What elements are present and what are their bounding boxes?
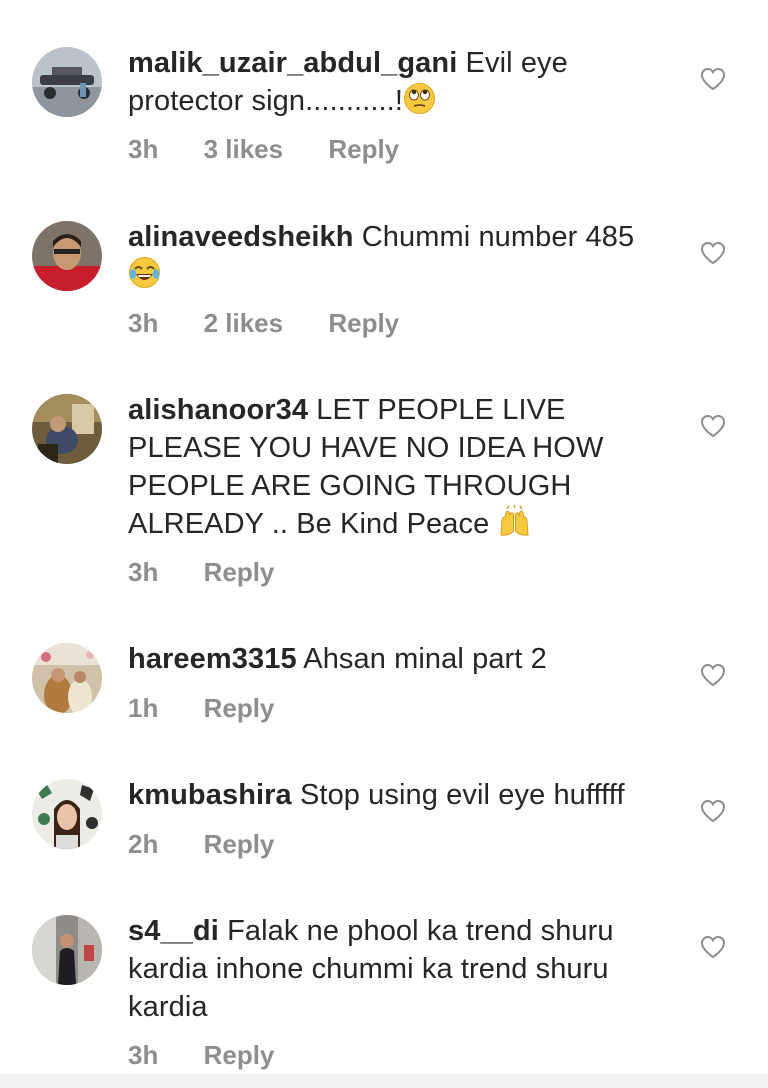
avatar[interactable] [32,221,102,291]
avatar[interactable] [32,394,102,464]
heart-outline-icon[interactable] [700,935,726,959]
comment-likes-link[interactable]: 3 likes [204,134,284,165]
comment-username[interactable]: hareem3315 [128,643,297,675]
comment-username[interactable]: s4__di [128,915,219,947]
comment-text: Ahsan minal part 2 [303,643,547,675]
comment-body: malik_uzair_abdul_gani Evil eye protecto… [128,44,673,120]
comment-time: 2h [128,829,159,859]
comment-username[interactable]: alinaveedsheikh [128,221,354,253]
comment-meta: 3h 3 likes Reply [128,134,399,165]
comment-time: 3h [128,1040,159,1070]
bottom-bar [0,1074,768,1088]
comment-body: alishanoor34 LET PEOPLE LIVE PLEASE YOU … [128,391,673,543]
comment-time: 3h [128,308,159,338]
reply-button[interactable]: Reply [204,829,275,860]
face-with-tears-of-joy-icon [128,256,161,289]
avatar[interactable] [32,915,102,985]
raising-hands-icon [498,505,531,538]
reply-button[interactable]: Reply [204,693,275,724]
comment-meta: 3h 2 likes Reply [128,308,399,339]
heart-outline-icon[interactable] [700,414,726,438]
reply-button[interactable]: Reply [204,557,275,588]
comment-time: 3h [128,557,159,587]
heart-outline-icon[interactable] [700,663,726,687]
comment-username[interactable]: malik_uzair_abdul_gani [128,47,457,79]
heart-outline-icon[interactable] [700,241,726,265]
heart-outline-icon[interactable] [700,67,726,91]
comment-username[interactable]: alishanoor34 [128,394,308,426]
comment-meta: 3h Reply [128,557,274,588]
comment-meta: 1h Reply [128,693,274,724]
comment-meta: 3h Reply [128,1040,274,1071]
comment-text: Chummi number 485 [361,221,635,253]
reply-button[interactable]: Reply [328,308,399,339]
heart-outline-icon[interactable] [700,799,726,823]
comment-body: s4__di Falak ne phool ka trend shuru kar… [128,912,673,1026]
avatar[interactable] [32,47,102,117]
comment-time: 1h [128,693,159,723]
comment-meta: 2h Reply [128,829,274,860]
comment-body: kmubashira Stop using evil eye hufffff [128,776,673,814]
face-with-rolling-eyes-icon [403,82,436,115]
avatar[interactable] [32,643,102,713]
comment-body: hareem3315 Ahsan minal part 2 [128,640,673,678]
comment-username[interactable]: kmubashira [128,779,292,811]
comment-text: Stop using evil eye hufffff [299,779,625,811]
reply-button[interactable]: Reply [328,134,399,165]
comment-time: 3h [128,134,159,164]
reply-button[interactable]: Reply [204,1040,275,1071]
avatar[interactable] [32,779,102,849]
comment-body: alinaveedsheikh Chummi number 485 [128,218,673,294]
comment-likes-link[interactable]: 2 likes [204,308,284,339]
